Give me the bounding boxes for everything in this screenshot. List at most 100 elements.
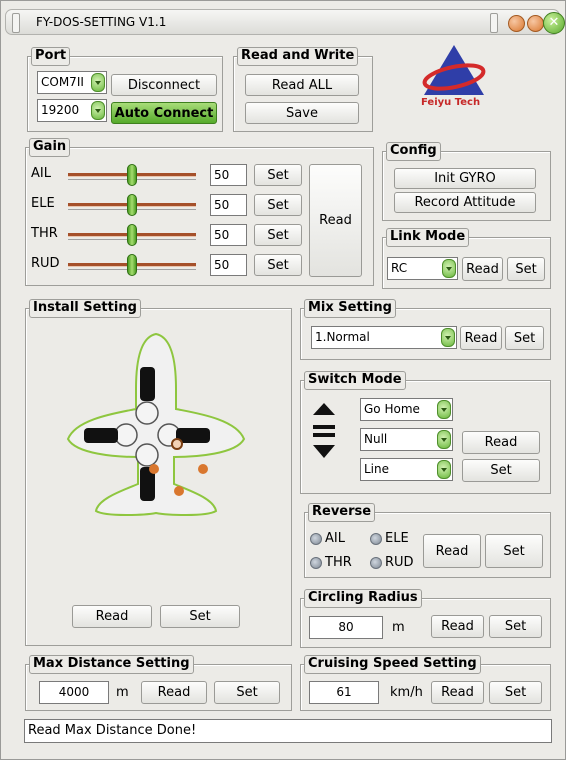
circling-radius-legend: Circling Radius	[304, 589, 422, 608]
feiyu-tech-logo: Feiyu Tech	[418, 43, 490, 115]
read-all-button[interactable]: Read ALL	[245, 74, 359, 96]
com-port-select[interactable]: COM7II	[37, 71, 107, 94]
window-title: FY-DOS-SETTING V1.1	[36, 15, 167, 29]
reverse-set-button[interactable]: Set	[485, 534, 543, 568]
cruising-speed-legend: Cruising Speed Setting	[304, 655, 481, 674]
circling-set-button[interactable]: Set	[489, 615, 542, 638]
circling-read-button[interactable]: Read	[431, 615, 484, 638]
save-button[interactable]: Save	[245, 102, 359, 124]
gain-group: Gain AIL 50 Set ELE 50 Set THR 50 Set RUD 50 Set Re…	[25, 138, 374, 286]
disconnect-button[interactable]: Disconnect	[111, 74, 217, 96]
record-attitude-button[interactable]: Record Attitude	[394, 192, 536, 213]
gain-ele-input[interactable]: 50	[210, 194, 247, 216]
cruising-set-button[interactable]: Set	[489, 681, 542, 704]
mix-setting-legend: Mix Setting	[304, 299, 396, 318]
install-set-button[interactable]: Set	[160, 605, 240, 628]
title-grip-icon	[490, 13, 498, 33]
mix-set-button[interactable]: Set	[505, 326, 544, 350]
gain-ele-set-button[interactable]: Set	[254, 194, 302, 216]
circling-radius-unit: m	[392, 620, 405, 635]
port-group: Port COM7II Disconnect 19200 Auto Connec…	[27, 47, 223, 132]
mix-setting-group: Mix Setting 1.Normal Read Set	[300, 299, 551, 360]
gain-thr-label: THR	[31, 226, 58, 241]
switch-mid-value: Null	[364, 432, 388, 446]
close-button[interactable]: ✕	[543, 12, 565, 34]
install-setting-group: Install Setting Read Set	[25, 299, 292, 646]
maximize-button[interactable]	[527, 15, 544, 32]
dropdown-arrow-icon	[91, 101, 105, 120]
gain-ail-slider[interactable]	[68, 164, 196, 186]
gain-ele-label: ELE	[31, 196, 55, 211]
gain-thr-slider[interactable]	[68, 224, 196, 246]
dropdown-arrow-icon	[437, 400, 451, 419]
max-distance-input[interactable]: 4000	[39, 681, 109, 704]
gain-rud-set-button[interactable]: Set	[254, 254, 302, 276]
cruising-read-button[interactable]: Read	[431, 681, 484, 704]
max-distance-set-button[interactable]: Set	[214, 681, 280, 704]
slider-knob[interactable]	[127, 164, 137, 186]
switch-down-select[interactable]: Line	[360, 458, 453, 481]
link-mode-read-button[interactable]: Read	[462, 257, 503, 281]
config-group: Config Init GYRO Record Attitude	[382, 142, 551, 221]
slider-knob[interactable]	[127, 224, 137, 246]
reverse-ail-radio[interactable]	[310, 533, 322, 545]
config-legend: Config	[386, 142, 441, 161]
gain-thr-input[interactable]: 50	[210, 224, 247, 246]
install-setting-legend: Install Setting	[29, 299, 141, 318]
auto-connect-button[interactable]: Auto Connect	[111, 102, 217, 124]
logo-text: Feiyu Tech	[421, 97, 481, 108]
reverse-ail-label: AIL	[325, 531, 345, 546]
read-write-group: Read and Write Read ALL Save	[233, 47, 373, 132]
reverse-group: Reverse AIL ELE THR RUD Read Set	[304, 503, 551, 578]
minimize-button[interactable]	[508, 15, 525, 32]
reverse-legend: Reverse	[308, 503, 376, 522]
slider-knob[interactable]	[127, 254, 137, 276]
port-legend: Port	[31, 47, 71, 66]
switch-read-button[interactable]: Read	[462, 431, 540, 454]
switch-set-button[interactable]: Set	[462, 459, 540, 482]
slider-knob[interactable]	[127, 194, 137, 216]
close-icon: ✕	[548, 15, 560, 30]
switch-mid-select[interactable]: Null	[360, 428, 453, 451]
title-bar[interactable]: FY-DOS-SETTING V1.1 ✕	[5, 9, 565, 35]
reverse-ele-radio[interactable]	[370, 533, 382, 545]
dropdown-arrow-icon	[442, 259, 456, 278]
mix-setting-value: 1.Normal	[315, 330, 370, 344]
gain-ail-input[interactable]: 50	[210, 164, 247, 186]
link-mode-value: RC	[391, 261, 408, 275]
link-mode-select[interactable]: RC	[387, 257, 458, 280]
cruising-speed-input[interactable]: 61	[309, 681, 379, 704]
cruising-speed-unit: km/h	[390, 685, 423, 700]
mix-read-button[interactable]: Read	[460, 326, 502, 350]
max-distance-group: Max Distance Setting 4000 m Read Set	[25, 655, 292, 711]
gain-thr-set-button[interactable]: Set	[254, 224, 302, 246]
gain-legend: Gain	[29, 138, 71, 157]
gain-rud-slider[interactable]	[68, 254, 196, 276]
reverse-read-button[interactable]: Read	[423, 534, 481, 568]
baud-rate-select[interactable]: 19200	[37, 99, 107, 122]
mix-setting-select[interactable]: 1.Normal	[311, 326, 457, 349]
airplane-diagram-icon	[66, 332, 246, 516]
gain-rud-input[interactable]: 50	[210, 254, 247, 276]
dropdown-arrow-icon	[437, 430, 451, 449]
cruising-speed-group: Cruising Speed Setting 61 km/h Read Set	[300, 655, 551, 711]
gain-ail-set-button[interactable]: Set	[254, 164, 302, 186]
link-mode-group: Link Mode RC Read Set	[382, 228, 551, 289]
gain-rud-label: RUD	[31, 256, 60, 271]
gain-read-button[interactable]: Read	[309, 164, 362, 277]
install-read-button[interactable]: Read	[72, 605, 152, 628]
read-write-legend: Read and Write	[237, 47, 359, 66]
switch-up-value: Go Home	[364, 402, 420, 416]
max-distance-legend: Max Distance Setting	[29, 655, 194, 674]
circling-radius-input[interactable]: 80	[309, 616, 383, 639]
gain-ele-slider[interactable]	[68, 194, 196, 216]
reverse-rud-radio[interactable]	[370, 557, 382, 569]
max-distance-read-button[interactable]: Read	[141, 681, 207, 704]
switch-up-select[interactable]: Go Home	[360, 398, 453, 421]
link-mode-set-button[interactable]: Set	[507, 257, 545, 281]
reverse-thr-radio[interactable]	[310, 557, 322, 569]
init-gyro-button[interactable]: Init GYRO	[394, 168, 536, 189]
title-grip-icon	[12, 13, 20, 33]
reverse-rud-label: RUD	[385, 555, 414, 570]
app-window: FY-DOS-SETTING V1.1 ✕ Port COM7II Discon…	[0, 0, 566, 760]
